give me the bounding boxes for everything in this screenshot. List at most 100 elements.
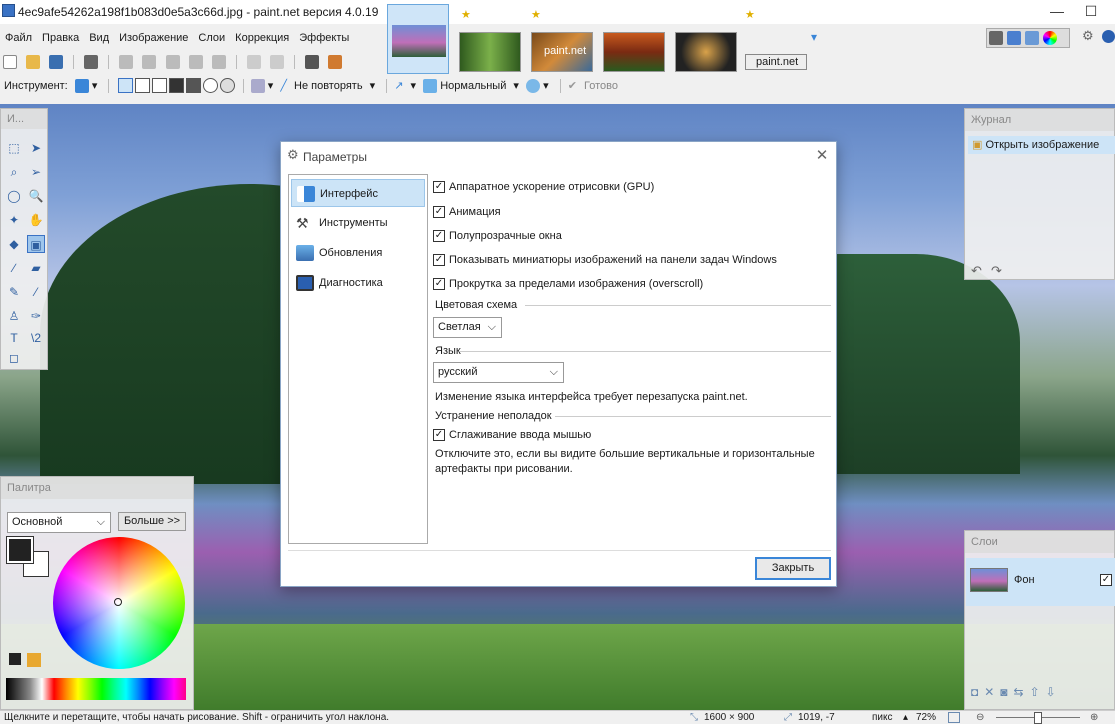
zoom-slider-thumb[interactable] [1034, 712, 1042, 724]
curve-chevron-icon[interactable]: ▾ [411, 79, 417, 92]
image-tab-paintnet-logo[interactable]: paint.net [531, 32, 593, 72]
deselect-icon[interactable] [211, 55, 226, 69]
paint-bucket-icon[interactable]: ◆ [5, 235, 23, 253]
draw-shape-both-button[interactable] [151, 78, 167, 93]
palette-swatches[interactable] [6, 678, 186, 700]
repeat-mode-dropdown[interactable]: Не повторять [294, 80, 363, 92]
menu-image[interactable]: Изображение [114, 28, 193, 48]
draw-shape-fill-button[interactable] [134, 78, 150, 93]
draw-shape-outline-button[interactable] [117, 78, 133, 93]
menu-layers[interactable]: Слои [193, 28, 230, 48]
paste-icon[interactable] [165, 55, 180, 69]
gradient-icon[interactable]: ▣ [27, 235, 45, 253]
eraser-icon[interactable]: ▰ [27, 259, 45, 277]
taskbar-thumbnails-checkbox[interactable]: ✓ [433, 254, 445, 266]
lasso-select-icon[interactable]: ⌕ [5, 163, 23, 181]
image-tab-forest[interactable] [459, 32, 521, 72]
color-picker-icon[interactable]: ⁄ [27, 283, 45, 301]
pan-hand-icon[interactable]: ✋ [27, 211, 45, 229]
image-tab-paintnet-text[interactable]: paint.net [745, 54, 807, 70]
nav-interface[interactable]: Интерфейс [291, 179, 425, 207]
image-tab-active[interactable] [387, 4, 449, 74]
dialog-close-icon[interactable]: ✕ [813, 146, 831, 164]
menu-adjustments[interactable]: Коррекция [230, 28, 294, 48]
fill-mode-alt-button[interactable] [185, 78, 201, 93]
color-wheel[interactable] [53, 537, 185, 669]
line-curve-icon[interactable]: \2 [27, 329, 45, 347]
history-undo-icon[interactable]: ↶ [971, 263, 982, 279]
fill-mode-button[interactable] [168, 78, 184, 93]
ellipse-select-icon[interactable]: ◯ [5, 187, 23, 205]
nav-updates[interactable]: Обновления [291, 239, 425, 267]
recolor-icon[interactable]: ✑ [27, 307, 45, 325]
zoom-out-icon[interactable]: ⊖ [976, 711, 984, 724]
menu-effects[interactable]: Эффекты [294, 28, 354, 48]
settings-gear-icon[interactable]: ⚙ [1082, 29, 1096, 43]
text-icon[interactable]: T [5, 329, 23, 347]
move-selected-icon[interactable]: ➢ [27, 163, 45, 181]
clone-stamp-icon[interactable]: ♙ [5, 307, 23, 325]
tool-dropdown-chevron-icon[interactable]: ▾ [92, 79, 98, 92]
zoom-level[interactable]: 72% [916, 711, 936, 724]
save-icon[interactable] [49, 55, 64, 69]
rectangle-select-icon[interactable]: ⬚ [5, 139, 23, 157]
menu-view[interactable]: Вид [84, 28, 114, 48]
current-tool-icon[interactable] [74, 78, 89, 93]
curve-icon[interactable]: ↗ [394, 79, 403, 92]
menu-edit[interactable]: Правка [37, 28, 84, 48]
pattern-dropdown-chevron-icon[interactable]: ▾ [268, 79, 274, 92]
pencil-icon[interactable]: ✎ [5, 283, 23, 301]
units-chevron-icon[interactable]: ▴ [903, 711, 908, 724]
nav-diagnostics[interactable]: Диагностика [291, 269, 425, 297]
language-dropdown[interactable]: русский ⌵ [433, 362, 564, 383]
translucent-checkbox[interactable]: ✓ [433, 230, 445, 242]
nav-tools[interactable]: ⚒ Инструменты [291, 209, 425, 237]
print-icon[interactable] [84, 55, 99, 69]
move-selection-icon[interactable]: ➤ [27, 139, 45, 157]
overscroll-checkbox[interactable]: ✓ [433, 278, 445, 290]
antialias-sphere-icon[interactable] [526, 78, 540, 93]
new-file-icon[interactable] [3, 55, 17, 69]
redo-icon[interactable] [269, 55, 284, 69]
pattern-icon[interactable] [250, 78, 265, 93]
done-button[interactable]: Готово [584, 80, 618, 92]
cut-icon[interactable] [119, 55, 134, 69]
paintbrush-icon[interactable]: ∕ [5, 259, 23, 277]
grid-icon[interactable] [304, 55, 319, 69]
open-folder-icon[interactable] [26, 55, 41, 69]
undo-icon[interactable] [246, 55, 261, 69]
minimize-button[interactable]: — [1040, 0, 1074, 24]
menu-file[interactable]: Файл [0, 28, 37, 48]
reset-colors-icon[interactable] [9, 653, 21, 665]
layer-visibility-checkbox[interactable]: ✓ [1100, 574, 1112, 586]
tabs-overflow-icon[interactable]: ▾ [811, 30, 817, 44]
layers-window-icon[interactable] [1025, 31, 1039, 45]
image-tab-space[interactable] [675, 32, 737, 72]
animation-checkbox[interactable]: ✓ [433, 206, 445, 218]
help-icon[interactable] [1102, 30, 1115, 43]
antialias-off-button[interactable] [219, 78, 235, 93]
ruler-icon[interactable] [328, 55, 342, 69]
layer-actions-toolbar[interactable]: ◘✕◙⇆⇧⇩ [971, 685, 1062, 699]
magic-wand-icon[interactable]: ✦ [5, 211, 23, 229]
units-selector[interactable]: пикс [872, 711, 893, 724]
gpu-checkbox[interactable]: ✓ [433, 181, 445, 193]
zoom-icon[interactable]: 🔍 [27, 187, 45, 205]
crop-icon[interactable] [188, 55, 203, 69]
zoom-to-window-icon[interactable] [948, 712, 960, 723]
history-redo-icon[interactable]: ↷ [991, 263, 1002, 279]
colors-window-icon[interactable] [1043, 31, 1057, 45]
maximize-button[interactable]: ☐ [1074, 0, 1108, 24]
layer-row[interactable]: Фон ✓ [966, 558, 1115, 606]
image-tab-poppies[interactable] [603, 32, 665, 72]
blend-mode-dropdown[interactable]: Нормальный [440, 80, 506, 92]
line-style-icon[interactable]: ╱ [280, 79, 287, 92]
primary-color-swatch[interactable] [6, 536, 34, 564]
history-item[interactable]: ▣ Открыть изображение [968, 136, 1115, 154]
close-dialog-button[interactable]: Закрыть [755, 557, 831, 580]
palette-menu-icon[interactable] [27, 653, 41, 667]
blend-chevron-icon[interactable]: ▾ [513, 79, 519, 92]
palette-more-button[interactable]: Больше >> [118, 512, 186, 531]
color-scheme-dropdown[interactable]: Светлая ⌵ [433, 317, 502, 338]
tools-window-icon[interactable] [989, 31, 1003, 45]
